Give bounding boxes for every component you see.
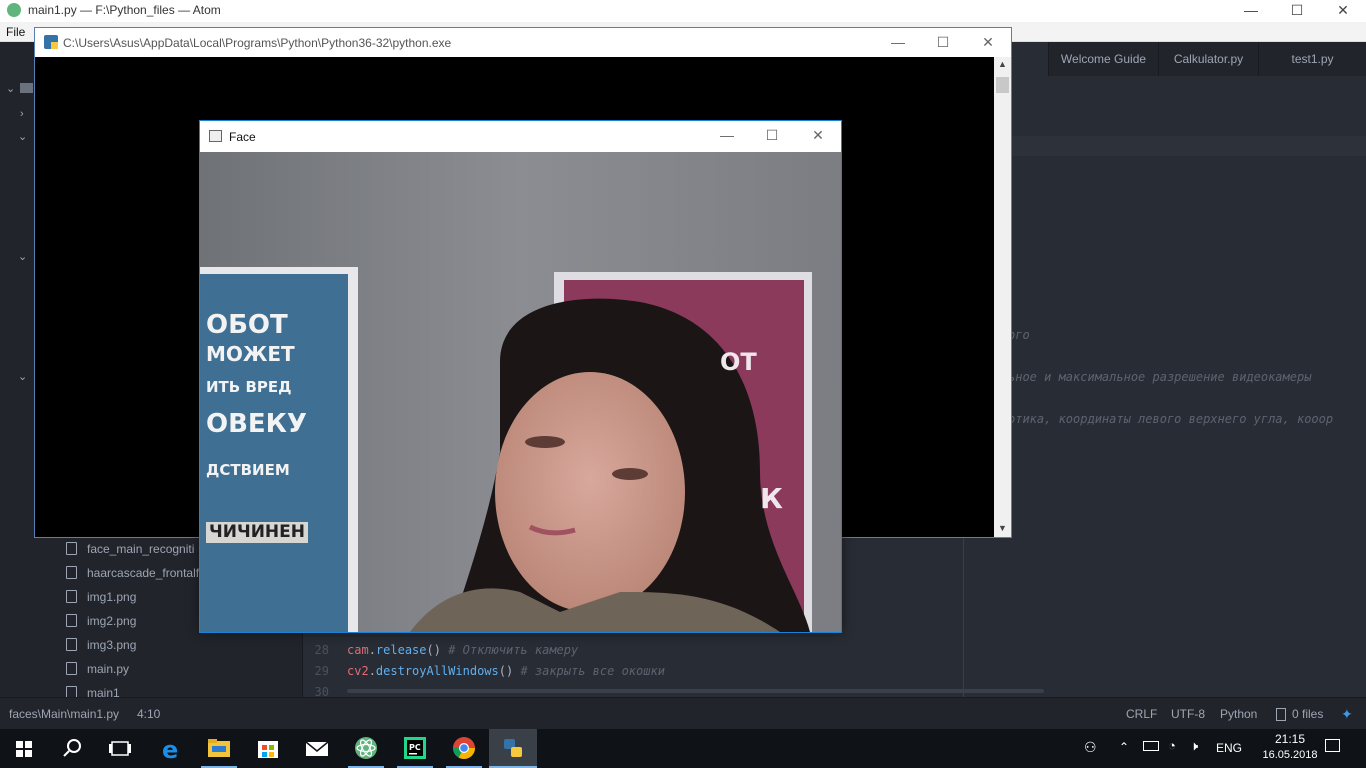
volume-icon[interactable]: 🕨 bbox=[1190, 738, 1198, 754]
svg-text:PC: PC bbox=[409, 743, 421, 752]
file-icon bbox=[66, 566, 77, 579]
console-maximize-button[interactable]: ☐ bbox=[928, 32, 958, 54]
tree-file-item[interactable]: face_main_recogniti bbox=[66, 539, 194, 559]
clock-date[interactable]: 16.05.2018 bbox=[1253, 749, 1327, 761]
status-line-ending[interactable]: CRLF bbox=[1126, 707, 1157, 721]
console-title: C:\Users\Asus\AppData\Local\Programs\Pyt… bbox=[63, 36, 452, 50]
line-number: 29 bbox=[314, 664, 329, 678]
image-file-icon bbox=[66, 614, 77, 627]
tree-file-item[interactable]: haarcascade_frontalfa bbox=[66, 563, 206, 583]
git-files-icon bbox=[1276, 708, 1286, 721]
console-close-button[interactable]: ✕ bbox=[973, 32, 1003, 54]
atom-minimize-button[interactable]: — bbox=[1228, 0, 1274, 22]
folder-icon bbox=[20, 83, 33, 93]
code-comment: ьное и максимальное разрешение видеокаме… bbox=[1008, 370, 1312, 384]
python-taskbar-icon[interactable] bbox=[489, 729, 537, 768]
atom-logo-icon bbox=[7, 3, 21, 17]
atom-app-icon[interactable] bbox=[342, 729, 390, 768]
image-file-icon bbox=[66, 638, 77, 651]
task-view-icon[interactable] bbox=[96, 729, 144, 768]
face-maximize-button[interactable]: ☐ bbox=[757, 125, 787, 147]
scroll-up-icon[interactable]: ▲ bbox=[998, 59, 1007, 69]
status-git-files[interactable]: 0 files bbox=[1292, 707, 1323, 721]
taskbar: e PC ⚇ ⌃ ◔ 🕨 ENG 21:15 16.05.2018 bbox=[0, 729, 1366, 768]
menu-file[interactable]: File bbox=[6, 25, 25, 39]
scrollbar-thumb[interactable] bbox=[996, 77, 1009, 93]
file-icon bbox=[66, 542, 77, 555]
chevron-down-icon[interactable]: ⌄ bbox=[18, 370, 27, 383]
action-center-icon[interactable] bbox=[1325, 739, 1340, 752]
code-comment: отика, координаты левого верхнего угла, … bbox=[1008, 412, 1334, 426]
atom-maximize-button[interactable]: ☐ bbox=[1274, 0, 1320, 22]
tree-file-item[interactable]: main.py bbox=[66, 659, 129, 679]
file-icon bbox=[66, 662, 77, 675]
chevron-down-icon[interactable]: ⌄ bbox=[18, 250, 27, 263]
status-cursor-position[interactable]: 4:10 bbox=[137, 707, 160, 721]
python-icon bbox=[44, 35, 58, 49]
tab-welcome-guide[interactable]: Welcome Guide bbox=[1048, 42, 1158, 76]
pycharm-icon[interactable]: PC bbox=[391, 729, 439, 768]
atom-window-title: main1.py — F:\Python_files — Atom bbox=[28, 3, 221, 17]
chevron-down-icon[interactable]: ⌄ bbox=[6, 82, 15, 95]
face-close-button[interactable]: ✕ bbox=[803, 125, 833, 147]
chrome-icon[interactable] bbox=[440, 729, 488, 768]
line-number: 28 bbox=[314, 643, 329, 657]
svg-text:e: e bbox=[162, 736, 178, 764]
tab-test1[interactable]: test1.py bbox=[1258, 42, 1366, 76]
store-icon[interactable] bbox=[244, 729, 292, 768]
tree-file-item[interactable]: img1.png bbox=[66, 587, 136, 607]
tab-bar: Welcome Guide Calkulator.py test1.py bbox=[1048, 42, 1366, 76]
language-indicator[interactable]: ENG bbox=[1216, 741, 1242, 755]
webcam-frame: ОБОТ МОЖЕТ ИТЬ ВРЕД ОВЕКУ ДСТВИЕМ ЧИЧИНЕ… bbox=[200, 152, 841, 632]
start-button[interactable] bbox=[0, 729, 48, 768]
search-icon[interactable] bbox=[48, 729, 96, 768]
mail-icon[interactable] bbox=[293, 729, 341, 768]
left-poster-text: ОБОТ МОЖЕТ ИТЬ ВРЕД ОВЕКУ ДСТВИЕМ ЧИЧИНЕ… bbox=[206, 310, 308, 543]
console-minimize-button[interactable]: — bbox=[883, 32, 913, 54]
code-line: cam.release() # Отключить камеру bbox=[347, 643, 579, 657]
tab-calkulator[interactable]: Calkulator.py bbox=[1158, 42, 1258, 76]
atom-titlebar: main1.py — F:\Python_files — Atom — ☐ ✕ bbox=[0, 0, 1366, 22]
squirrel-icon[interactable]: ✦ bbox=[1341, 706, 1353, 723]
status-bar: faces\Main\main1.py 4:10 CRLF UTF-8 Pyth… bbox=[0, 697, 1366, 729]
right-poster-text: ОТ bbox=[720, 348, 757, 376]
wifi-icon[interactable]: ◔ bbox=[1168, 738, 1176, 753]
people-icon[interactable]: ⚇ bbox=[1084, 739, 1097, 756]
window-app-icon bbox=[209, 130, 222, 142]
chevron-down-icon[interactable]: ⌄ bbox=[18, 130, 27, 143]
right-poster-text: К bbox=[760, 482, 783, 515]
status-grammar[interactable]: Python bbox=[1220, 707, 1257, 721]
tray-chevron-up-icon[interactable]: ⌃ bbox=[1119, 740, 1129, 754]
scroll-down-icon[interactable]: ▼ bbox=[998, 523, 1007, 533]
atom-close-button[interactable]: ✕ bbox=[1320, 0, 1366, 22]
horizontal-scrollbar[interactable] bbox=[347, 689, 1044, 693]
face-minimize-button[interactable]: — bbox=[712, 125, 742, 147]
tree-file-item[interactable]: img2.png bbox=[66, 611, 136, 631]
status-file-path[interactable]: faces\Main\main1.py bbox=[9, 707, 119, 721]
clock-time[interactable]: 21:15 bbox=[1265, 732, 1315, 746]
tree-file-item[interactable]: img3.png bbox=[66, 635, 136, 655]
code-line: cv2.destroyAllWindows() # закрыть все ок… bbox=[347, 664, 665, 678]
file-explorer-icon[interactable] bbox=[195, 729, 243, 768]
face-title: Face bbox=[229, 130, 256, 144]
battery-icon[interactable] bbox=[1143, 741, 1159, 751]
status-encoding[interactable]: UTF-8 bbox=[1171, 707, 1205, 721]
edge-browser-icon[interactable]: e bbox=[146, 729, 194, 768]
image-file-icon bbox=[66, 590, 77, 603]
chevron-right-icon[interactable]: › bbox=[20, 108, 24, 120]
console-scrollbar[interactable]: ▲ ▼ bbox=[994, 57, 1011, 537]
face-titlebar[interactable]: Face — ☐ ✕ bbox=[200, 121, 841, 152]
console-titlebar[interactable]: C:\Users\Asus\AppData\Local\Programs\Pyt… bbox=[35, 28, 1011, 57]
face-window[interactable]: Face — ☐ ✕ ОБОТ МОЖЕТ ИТЬ ВРЕД ОВЕКУ ДСТ… bbox=[199, 120, 842, 633]
